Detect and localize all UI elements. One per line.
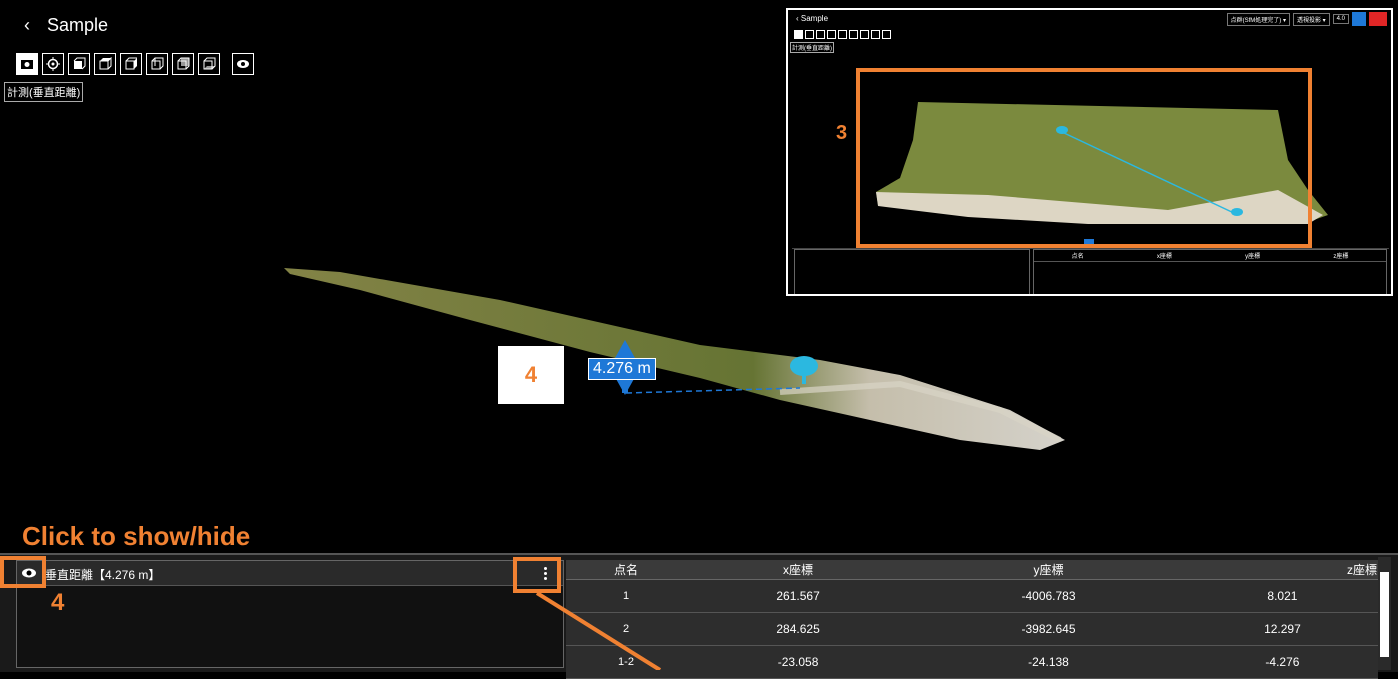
table-row[interactable]: 1-2 -23.058 -24.138 -4.276: [566, 645, 1378, 679]
cube-top-icon: [99, 57, 112, 70]
inset-highlight: [856, 68, 1312, 248]
coordinate-table: 点名 x座標 y座標 z座標 1 261.567 -4006.783 8.021…: [566, 560, 1378, 679]
inset-header-z: z座標: [1333, 254, 1349, 260]
cell-z: 8.021: [1186, 579, 1378, 613]
inset-list: [794, 249, 1030, 294]
target-icon: [46, 57, 60, 71]
camera-icon: [21, 60, 33, 69]
target-button[interactable]: [42, 53, 64, 75]
inset-bottom-panel: 点名 x座標 y座標 z座標: [792, 248, 1389, 294]
table-row[interactable]: 1 261.567 -4006.783 8.021: [566, 579, 1378, 613]
measurement-list: 垂直距離【4.276 m】: [16, 560, 564, 668]
view-front-button[interactable]: [68, 53, 90, 75]
cell-z: 12.297: [1186, 612, 1378, 646]
cube-back-icon: [177, 57, 190, 70]
header-z: z座標: [1186, 560, 1378, 580]
header-x: x座標: [686, 560, 911, 580]
list-item-label: 垂直距離【4.276 m】: [45, 568, 161, 582]
cell-y: -24.138: [910, 645, 1187, 679]
pointer-arrow: [535, 593, 662, 670]
cell-y: -4006.783: [910, 579, 1187, 613]
cell-z: -4.276: [1186, 645, 1378, 679]
annotation-marker-4: 4: [498, 346, 564, 404]
measurement-panel: 垂直距離【4.276 m】 点名 x座標 y座標 z座標 1 261.567 -…: [0, 553, 1398, 679]
inset-screenshot: ‹ Sample 計測(垂直距離) 点群(SfM処理完了) ▾ 透視投影 ▾ 4…: [786, 8, 1393, 296]
click-to-toggle-label: Click to show/hide: [22, 521, 251, 551]
inset-header-y: y座標: [1245, 254, 1261, 260]
view-back-button[interactable]: [172, 53, 194, 75]
view-right-button[interactable]: [120, 53, 142, 75]
table-row[interactable]: 2 284.625 -3982.645 12.297: [566, 612, 1378, 646]
measurement-label: 4.276 m: [588, 358, 656, 380]
cell-x: -23.058: [686, 645, 911, 679]
cube-left-icon: [151, 57, 164, 70]
cell-x: 284.625: [686, 612, 911, 646]
table-scrollbar[interactable]: [1378, 557, 1391, 670]
highlight-eye: [0, 556, 46, 588]
cube-right-icon: [125, 57, 137, 70]
view-toolbar: [16, 53, 254, 75]
annotation-number-4: 4: [51, 589, 65, 616]
inset-table: 点名 x座標 y座標 z座標: [1033, 249, 1387, 294]
scrollbar-thumb[interactable]: [1380, 572, 1389, 657]
camera-button[interactable]: [16, 53, 38, 75]
cell-x: 261.567: [686, 579, 911, 613]
cube-front-icon: [73, 57, 86, 70]
inset-table-header: 点名 x座標 y座標 z座標: [1034, 250, 1386, 262]
list-item[interactable]: 垂直距離【4.276 m】: [17, 561, 563, 586]
view-left-button[interactable]: [146, 53, 168, 75]
visibility-button[interactable]: [232, 53, 254, 75]
highlight-menu: [513, 557, 561, 593]
cell-y: -3982.645: [910, 612, 1187, 646]
annotation-marker-3: 3: [836, 122, 848, 144]
cube-bottom-icon: [203, 57, 216, 70]
header-point-name: 点名: [566, 560, 686, 580]
page-title: Sample: [47, 15, 109, 35]
view-bottom-button[interactable]: [198, 53, 220, 75]
inset-header-name: 点名: [1071, 254, 1084, 260]
header-y: y座標: [910, 560, 1187, 580]
inset-header-x: x座標: [1156, 254, 1172, 260]
view-top-button[interactable]: [94, 53, 116, 75]
back-button[interactable]: ‹: [24, 15, 30, 36]
eye-icon: [237, 60, 249, 68]
